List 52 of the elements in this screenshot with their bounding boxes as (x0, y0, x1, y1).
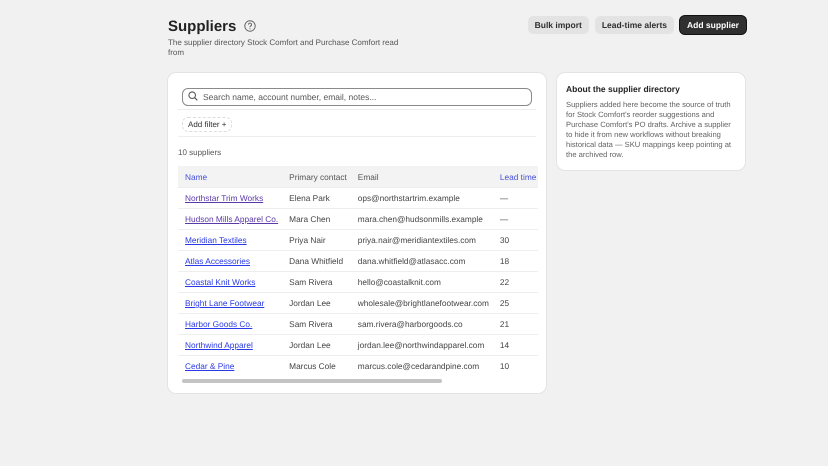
table-cell: — (500, 214, 508, 224)
table-cell: 21 (500, 319, 510, 329)
table-cell: 10 (500, 361, 510, 371)
table-cell: mara.chen@hudsonmills.example (358, 214, 483, 224)
table-cell: Dana Whitfield (289, 256, 344, 266)
supplier-link[interactable]: Coastal Knit Works (185, 277, 256, 287)
supplier-link[interactable]: Atlas Accessories (185, 256, 250, 266)
supplier-link[interactable]: Meridian Textiles (185, 235, 247, 245)
table-cell: 25 (500, 298, 510, 308)
column-header[interactable]: Name (178, 166, 282, 188)
table-cell: wholesale@brightlanefootwear.com (358, 298, 489, 308)
supplier-link[interactable]: Bright Lane Footwear (185, 298, 264, 308)
table-cell: Sam Rivera (289, 277, 332, 287)
page-subtitle: The supplier directory Stock Comfort and Purchase Comfort read from (168, 38, 400, 58)
supplier-count: 10 suppliers (178, 148, 222, 157)
column-header[interactable]: Primary contact (282, 166, 351, 188)
table-cell: jordan.lee@northwindapparel.com (358, 340, 484, 350)
table-cell: dana.whitfield@atlasacc.com (358, 256, 466, 266)
header-action-button[interactable]: Add supplier (680, 16, 746, 34)
table-cell: — (500, 193, 508, 203)
table-cell: 30 (500, 235, 510, 245)
table-cell: 14 (500, 340, 510, 350)
table-cell: Priya Nair (289, 235, 326, 245)
info-title: About the supplier directory (566, 84, 681, 94)
supplier-link[interactable]: Hudson Mills Apparel Co. (185, 214, 278, 224)
help-icon[interactable] (244, 20, 256, 32)
table-cell: Jordan Lee (289, 340, 331, 350)
search-field[interactable]: Search name, account number, email, notes... (182, 88, 532, 106)
table-cell: sam.rivera@harborgoods.co (358, 319, 463, 329)
header-action-button[interactable]: Lead-time alerts (594, 16, 674, 34)
supplier-link[interactable]: Northstar Trim Works (185, 193, 264, 203)
table-cell: Jordan Lee (289, 298, 331, 308)
table-cell: priya.nair@meridiantextiles.com (358, 235, 476, 245)
page-title: Suppliers (168, 18, 236, 35)
table-cell: ops@northstartrim.example (358, 193, 460, 203)
table-cell: Marcus Cole (289, 361, 336, 371)
column-header[interactable]: Lead time (492, 166, 538, 188)
supplier-link[interactable]: Northwind Apparel (185, 340, 253, 350)
table-cell: Mara Chen (289, 214, 330, 224)
table-cell: 22 (500, 277, 510, 287)
table-cell: marcus.cole@cedarandpine.com (358, 361, 480, 371)
table-cell: Elena Park (289, 193, 330, 203)
scrollbar-thumb[interactable] (182, 379, 442, 383)
supplier-link[interactable]: Harbor Goods Co. (185, 319, 252, 329)
column-header[interactable]: Email (350, 166, 493, 188)
table-cell: Sam Rivera (289, 319, 332, 329)
add-filter-button[interactable]: Add filter + (182, 117, 232, 132)
supplier-link[interactable]: Cedar & Pine (185, 361, 234, 371)
table-cell: 18 (500, 256, 510, 266)
header-action-button[interactable]: Bulk import (528, 16, 589, 34)
table-cell: hello@coastalknit.com (358, 277, 441, 287)
search-icon (188, 91, 198, 101)
